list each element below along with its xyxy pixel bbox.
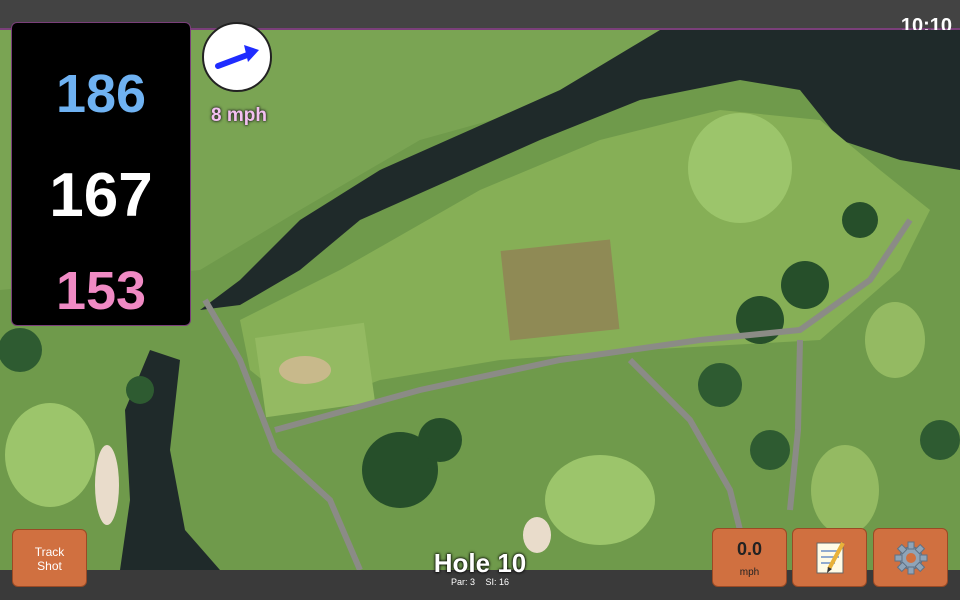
hole-par: Par: 3 [450, 577, 475, 587]
wind-indicator [202, 22, 272, 92]
wind-speed-label: 8 mph [211, 105, 267, 126]
wind-arrow-icon [215, 45, 259, 69]
hole-stroke-index: SI: 16 [485, 577, 510, 587]
middle-distance: 167 [49, 161, 153, 230]
track-shot-label-line2: Shot [37, 559, 62, 573]
settings-button[interactable] [873, 528, 948, 587]
speed-value: 0.0 [736, 539, 763, 559]
back-distance: 186 [55, 64, 147, 124]
speed-button[interactable]: 0.0 mph [712, 528, 787, 587]
hole-title: Hole 10 [433, 548, 527, 578]
front-distance: 153 [55, 261, 147, 321]
speed-unit: mph [739, 567, 760, 578]
distance-panel: 186 167 153 [11, 22, 191, 326]
notepad-icon [816, 542, 845, 574]
track-shot-label-line1: Track [34, 545, 65, 559]
notes-button[interactable] [792, 528, 867, 587]
gear-icon [894, 541, 928, 575]
hole-details: Par: 3 SI: 16 [380, 577, 580, 587]
track-shot-button[interactable]: Track Shot [12, 529, 87, 587]
